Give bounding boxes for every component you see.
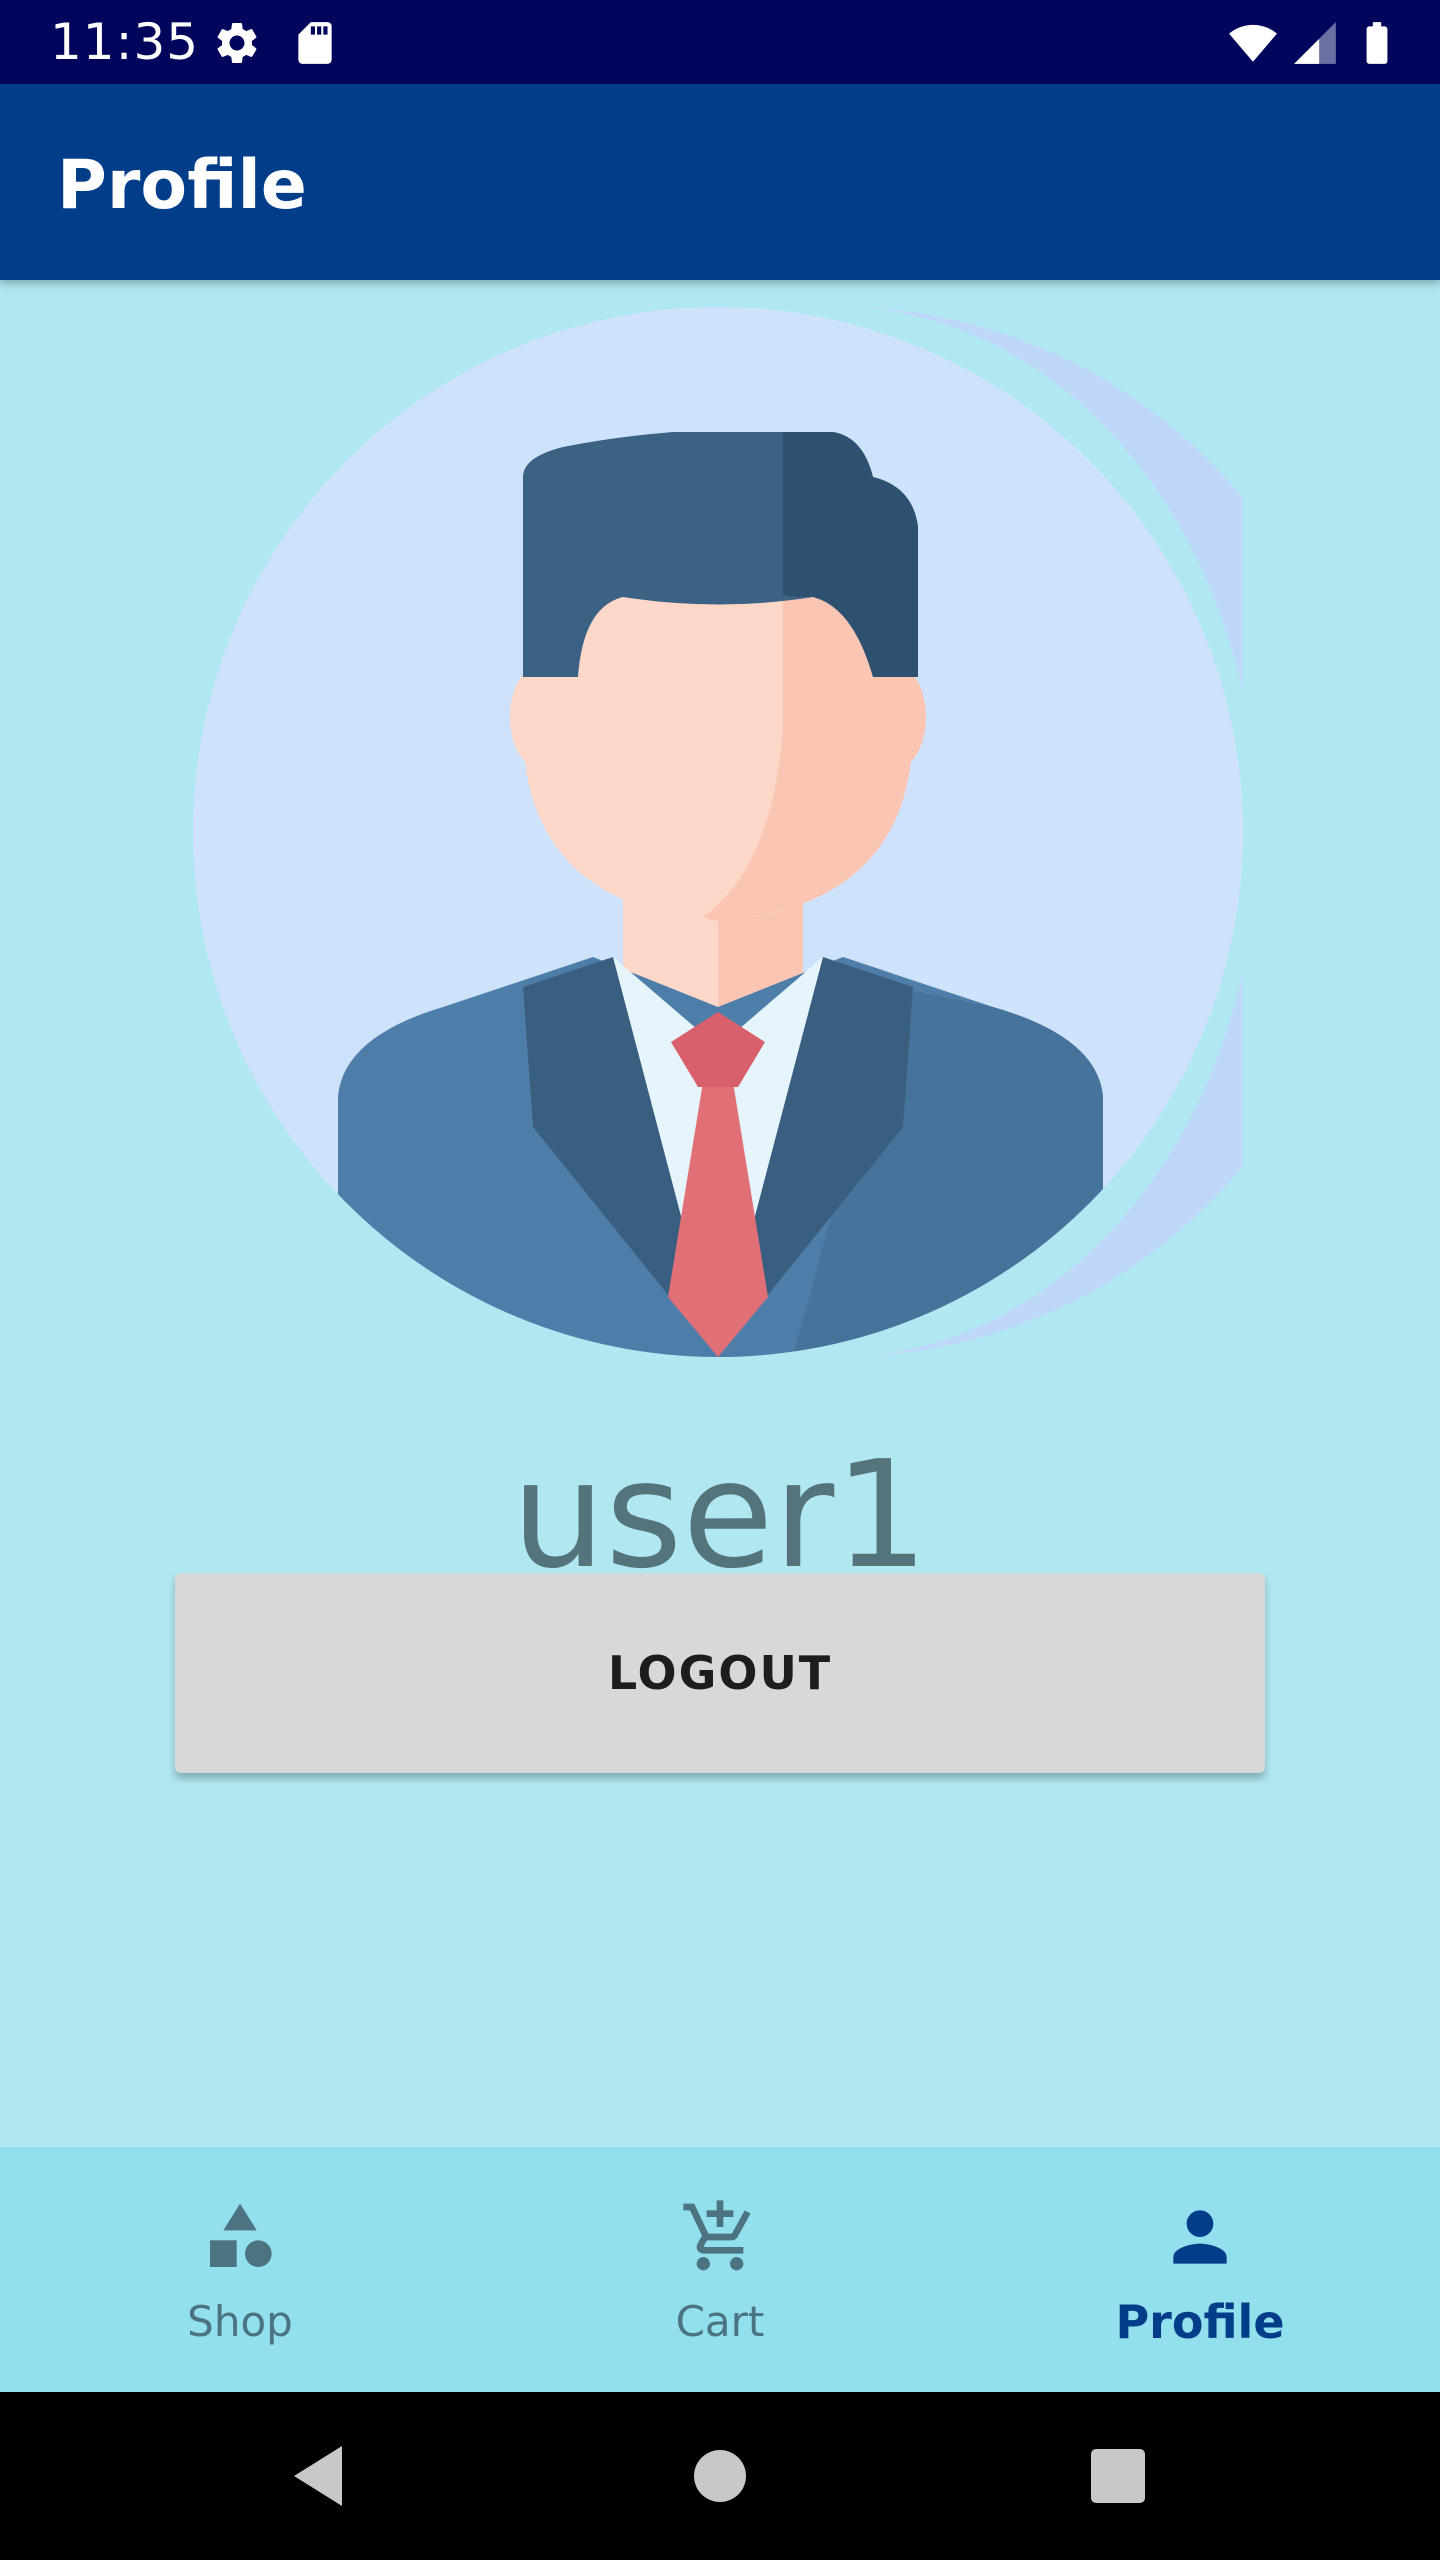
app-bar: Profile	[0, 84, 1440, 280]
nav-item-profile[interactable]: Profile	[960, 2147, 1440, 2392]
nav-item-cart[interactable]: Cart	[480, 2147, 960, 2392]
nav-label-profile: Profile	[1115, 2295, 1285, 2349]
recents-icon[interactable]	[1078, 2436, 1158, 2516]
add-shopping-cart-icon	[683, 2200, 751, 2271]
home-icon[interactable]	[680, 2436, 760, 2516]
nav-item-shop[interactable]: Shop	[0, 2147, 480, 2392]
status-time: 11:35	[50, 13, 200, 71]
signal-icon	[1294, 22, 1336, 64]
back-icon[interactable]	[280, 2436, 360, 2516]
settings-icon	[217, 22, 257, 63]
person-icon	[1173, 2210, 1227, 2264]
logout-button[interactable]: LOGOUT	[175, 1573, 1265, 1773]
system-navigation-bar	[0, 2392, 1440, 2560]
nav-label-shop: Shop	[187, 2297, 293, 2346]
nav-label-cart: Cart	[675, 2297, 765, 2346]
wifi-icon	[1229, 24, 1277, 62]
avatar	[193, 307, 1243, 1357]
bottom-navigation: Shop Cart Profile	[0, 2147, 1440, 2392]
shapes-icon	[210, 2203, 272, 2267]
sd-card-icon	[298, 22, 332, 64]
logout-label: LOGOUT	[607, 1646, 833, 1700]
status-bar: 11:35	[0, 0, 1440, 84]
page-title: Profile	[57, 146, 307, 225]
battery-icon	[1366, 22, 1388, 64]
